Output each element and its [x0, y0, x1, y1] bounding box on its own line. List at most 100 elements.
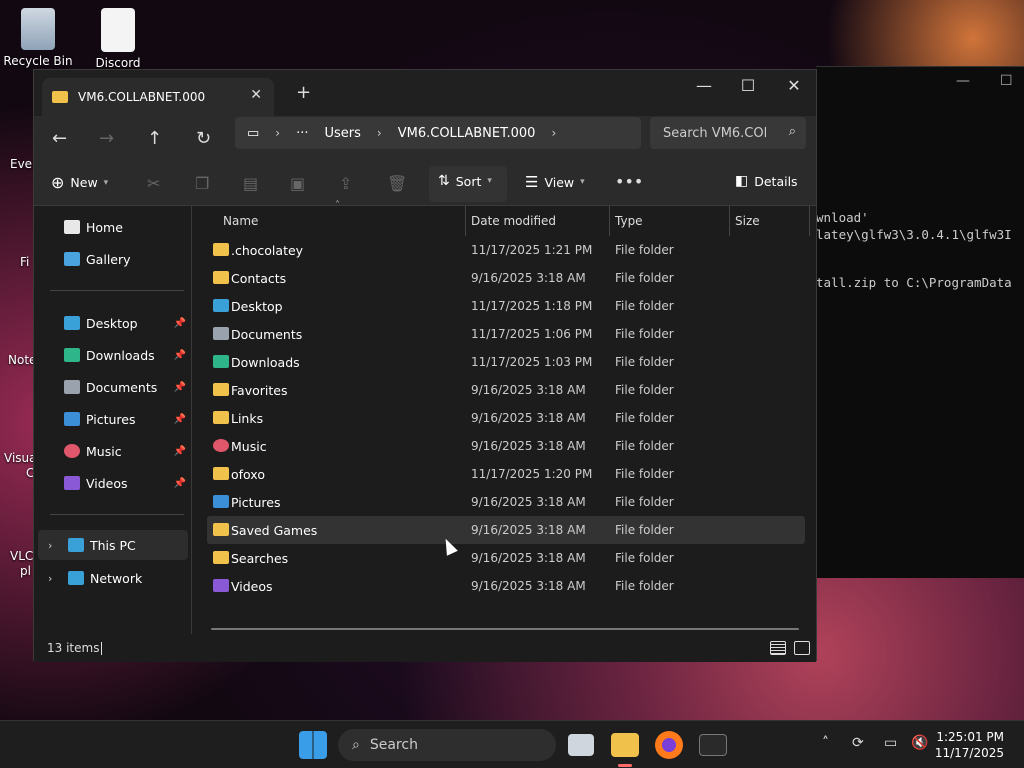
- column-divider[interactable]: [729, 206, 730, 236]
- close-tab-icon[interactable]: ✕: [250, 87, 262, 103]
- table-row[interactable]: Favorites 9/16/2025 3:18 AM File folder: [207, 376, 805, 404]
- details-button[interactable]: ◧ Details: [735, 173, 798, 189]
- minimize-icon[interactable]: —: [681, 76, 727, 95]
- copy-icon[interactable]: ❐: [195, 174, 209, 193]
- pin-icon[interactable]: 📌: [174, 414, 186, 425]
- folder-icon: [213, 523, 229, 536]
- pin-icon[interactable]: 📌: [174, 446, 186, 457]
- terminal-titlebar[interactable]: — ☐: [816, 67, 1024, 99]
- maximize-icon[interactable]: ☐: [725, 76, 771, 95]
- paste-icon[interactable]: ▤: [243, 174, 258, 193]
- desktop-icon-recycle-bin[interactable]: Recycle Bin: [0, 8, 76, 68]
- forward-arrow-icon[interactable]: →: [99, 128, 114, 149]
- show-hidden-icons-icon[interactable]: ˄: [822, 735, 829, 751]
- pin-icon[interactable]: 📌: [174, 478, 186, 489]
- firefox-icon[interactable]: [655, 731, 683, 759]
- search-input[interactable]: Search VM6.COl ⌕: [650, 117, 806, 149]
- table-row[interactable]: Pictures 9/16/2025 3:18 AM File folder: [207, 488, 805, 516]
- nav-item-this-pc[interactable]: › This PC: [38, 530, 188, 560]
- share-icon[interactable]: ⇪: [339, 174, 352, 193]
- breadcrumb-users[interactable]: Users: [325, 126, 361, 141]
- nav-item-gallery[interactable]: Gallery: [34, 244, 192, 274]
- nav-item-downloads[interactable]: Downloads 📌: [34, 340, 192, 370]
- desktop-icon-fragment[interactable]: Visua: [4, 451, 37, 465]
- table-row[interactable]: Downloads 11/17/2025 1:03 PM File folder: [207, 348, 805, 376]
- pin-icon[interactable]: 📌: [174, 318, 186, 329]
- more-options-icon[interactable]: •••: [615, 172, 643, 191]
- maximize-icon[interactable]: ☐: [1000, 73, 1013, 89]
- desktop-icon-discord[interactable]: Discord: [80, 8, 156, 70]
- address-bar[interactable]: ▭ › ··· Users › VM6.COLLABNET.000 ›: [235, 117, 641, 149]
- chevron-right-icon[interactable]: ›: [551, 126, 556, 140]
- table-row[interactable]: Saved Games 9/16/2025 3:18 AM File folder: [207, 516, 805, 544]
- sort-icon: ⇅: [438, 173, 450, 189]
- pin-icon[interactable]: 📌: [174, 382, 186, 393]
- pin-icon[interactable]: 📌: [174, 350, 186, 361]
- start-windows-icon[interactable]: [299, 731, 327, 759]
- videos-icon: [213, 579, 229, 592]
- tab-current[interactable]: VM6.COLLABNET.000 ✕: [42, 78, 274, 116]
- minimize-icon[interactable]: —: [956, 73, 970, 89]
- table-row[interactable]: ofoxo 11/17/2025 1:20 PM File folder: [207, 460, 805, 488]
- column-divider[interactable]: [809, 206, 810, 236]
- terminal-window[interactable]: — ☐ wnload' latey\glfw3\3.0.4.1\glfw3I t…: [816, 66, 1024, 578]
- nav-item-home[interactable]: Home: [34, 212, 192, 242]
- details-view-icon[interactable]: [770, 641, 786, 655]
- desktop-icon-fragment[interactable]: pl: [20, 564, 31, 578]
- table-row[interactable]: Contacts 9/16/2025 3:18 AM File folder: [207, 264, 805, 292]
- more-locations-icon[interactable]: ···: [296, 126, 308, 141]
- cut-icon[interactable]: ✂: [147, 174, 160, 193]
- column-header-name[interactable]: Name: [223, 206, 463, 236]
- nav-item-desktop[interactable]: Desktop 📌: [34, 308, 192, 338]
- network-status-icon[interactable]: ▭: [884, 735, 897, 751]
- back-arrow-icon[interactable]: ←: [52, 128, 67, 149]
- column-header-date[interactable]: Date modified: [471, 206, 611, 236]
- table-row[interactable]: Documents 11/17/2025 1:06 PM File folder: [207, 320, 805, 348]
- column-divider[interactable]: [609, 206, 610, 236]
- task-view-icon[interactable]: [568, 734, 594, 756]
- desktop-icon-fragment[interactable]: VLC: [10, 549, 33, 563]
- close-window-icon[interactable]: ✕: [771, 76, 817, 95]
- table-row[interactable]: Music 9/16/2025 3:18 AM File folder: [207, 432, 805, 460]
- taskbar: ⌕ Search ˄ ⟳ ▭ 🔇 1:25:01 PM 11/17/2025: [0, 720, 1024, 768]
- horizontal-scrollbar[interactable]: [211, 628, 799, 630]
- view-button[interactable]: ☰ View ▾: [525, 173, 585, 191]
- sort-button[interactable]: ⇅ Sort ▾: [429, 166, 507, 202]
- delete-icon[interactable]: 🗑: [387, 174, 407, 193]
- taskbar-search[interactable]: ⌕ Search: [338, 729, 556, 761]
- clock[interactable]: 1:25:01 PM 11/17/2025: [935, 729, 1004, 761]
- pictures-icon: [64, 412, 80, 426]
- file-explorer-taskbar-icon[interactable]: [611, 733, 639, 757]
- file-explorer-window[interactable]: VM6.COLLABNET.000 ✕ + — ☐ ✕ ← → ↑ ↻ ▭ › …: [33, 69, 817, 662]
- new-tab-icon[interactable]: +: [296, 82, 311, 103]
- date-modified: 11/17/2025 1:18 PM: [471, 299, 593, 313]
- rename-icon[interactable]: ▣: [290, 174, 305, 193]
- sync-icon[interactable]: ⟳: [852, 735, 864, 751]
- column-divider[interactable]: [465, 206, 466, 236]
- table-row[interactable]: Searches 9/16/2025 3:18 AM File folder: [207, 544, 805, 572]
- nav-item-network[interactable]: › Network: [34, 563, 192, 593]
- table-row[interactable]: .chocolatey 11/17/2025 1:21 PM File folder: [207, 236, 805, 264]
- large-icons-view-icon[interactable]: [794, 641, 810, 655]
- expand-chevron-icon[interactable]: ›: [48, 539, 68, 552]
- terminal-icon[interactable]: [699, 734, 727, 756]
- column-header-size[interactable]: Size: [735, 206, 805, 236]
- up-arrow-icon[interactable]: ↑: [147, 128, 162, 149]
- nav-item-documents[interactable]: Documents 📌: [34, 372, 192, 402]
- nav-item-pictures[interactable]: Pictures 📌: [34, 404, 192, 434]
- breadcrumb-current[interactable]: VM6.COLLABNET.000: [398, 126, 536, 141]
- table-row[interactable]: Links 9/16/2025 3:18 AM File folder: [207, 404, 805, 432]
- desktop-icon-fragment[interactable]: Fi: [20, 255, 29, 269]
- expand-chevron-icon[interactable]: ›: [48, 572, 68, 585]
- refresh-icon[interactable]: ↻: [196, 128, 211, 149]
- nav-item-music[interactable]: Music 📌: [34, 436, 192, 466]
- table-row[interactable]: Desktop 11/17/2025 1:18 PM File folder: [207, 292, 805, 320]
- table-row[interactable]: Videos 9/16/2025 3:18 AM File folder: [207, 572, 805, 600]
- discord-shortcut-icon: [101, 8, 135, 52]
- new-button[interactable]: ⊕ New ▾: [51, 173, 108, 192]
- title-bar[interactable]: VM6.COLLABNET.000 ✕ + — ☐ ✕: [34, 70, 816, 116]
- column-header-type[interactable]: Type: [615, 206, 725, 236]
- volume-muted-icon[interactable]: 🔇: [911, 735, 928, 751]
- nav-item-videos[interactable]: Videos 📌: [34, 468, 192, 498]
- nav-label: This PC: [90, 537, 136, 553]
